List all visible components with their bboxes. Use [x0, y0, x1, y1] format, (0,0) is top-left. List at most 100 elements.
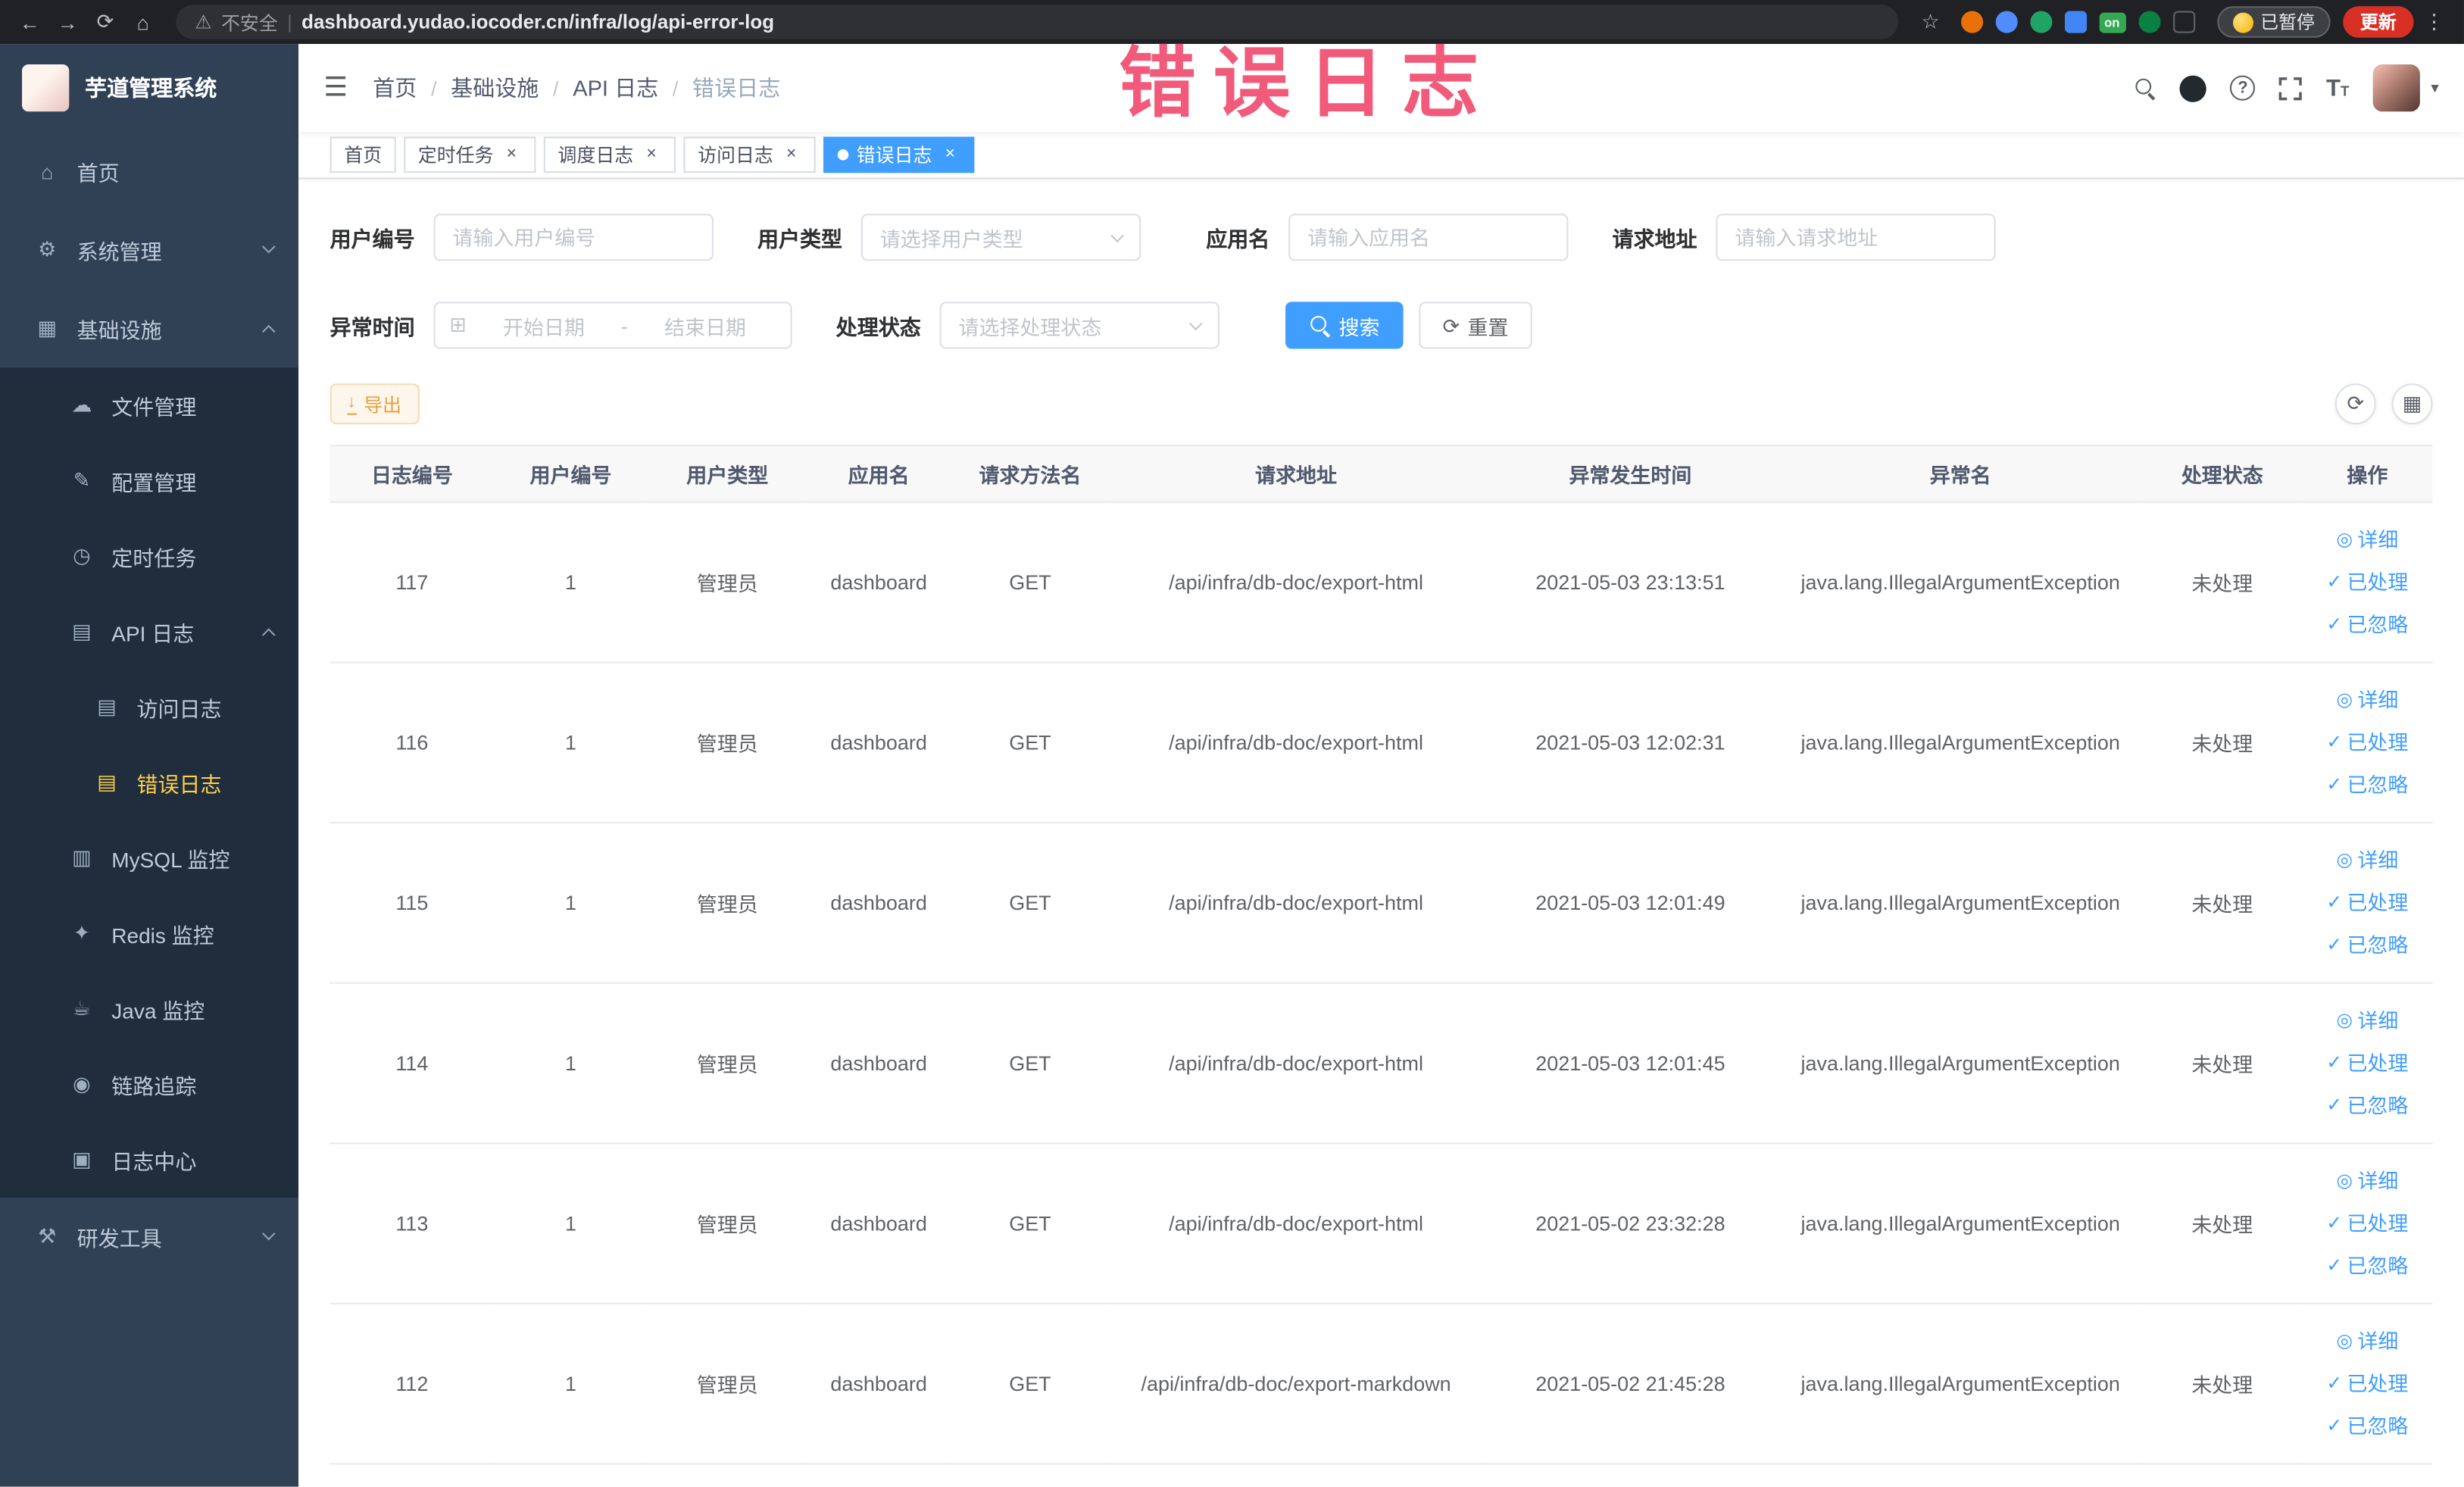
sidebar-item-error-log[interactable]: ▤ 错误日志: [0, 745, 298, 820]
close-icon[interactable]: ×: [781, 145, 801, 165]
process-status-select[interactable]: 请选择处理状态: [939, 301, 1220, 349]
search-icon[interactable]: [2135, 77, 2156, 99]
sidebar-item-infrastructure[interactable]: ▦ 基础设施: [0, 289, 298, 368]
user-id-input[interactable]: [433, 214, 714, 261]
action-processed-link[interactable]: ✓ 已处理: [2309, 882, 2427, 924]
extension-icon[interactable]: [1994, 11, 2017, 33]
chevron-down-icon: [1188, 317, 1203, 331]
fullscreen-icon[interactable]: [2279, 77, 2303, 100]
action-ignored-link[interactable]: ✓ 已忽略: [2309, 764, 2427, 806]
extension-icon[interactable]: [1960, 11, 1983, 33]
tab-home[interactable]: 首页: [329, 136, 396, 173]
action-ignored-link[interactable]: ✓ 已忽略: [2309, 1405, 2427, 1448]
cell-exception-time: 2021-05-02 23:32:28: [1482, 1143, 1779, 1304]
url-text[interactable]: dashboard.yudao.iocoder.cn/infra/log/api…: [301, 11, 774, 33]
breadcrumb-item[interactable]: 首页: [373, 72, 417, 103]
date-range-picker[interactable]: ⊞ 开始日期 - 结束日期: [433, 301, 792, 349]
extension-icon[interactable]: [2172, 11, 2195, 33]
close-icon[interactable]: ×: [940, 145, 960, 165]
sidebar-item-scheduled-jobs[interactable]: ◷ 定时任务: [0, 519, 298, 595]
extension-badge[interactable]: on: [2098, 11, 2125, 33]
font-size-icon[interactable]: TT: [2326, 77, 2349, 100]
page-content: 用户编号 用户类型 请选择用户类型 应用名: [298, 179, 2464, 1487]
cell-status: 未处理: [2142, 1143, 2303, 1304]
extension-icon[interactable]: [2138, 11, 2160, 33]
close-icon[interactable]: ×: [501, 145, 522, 165]
caret-down-icon[interactable]: ▾: [2431, 80, 2438, 97]
sidebar-item-label: 基础设施: [77, 319, 162, 343]
app-logo[interactable]: 芋道管理系统: [0, 44, 298, 132]
filter-label: 请求地址: [1612, 227, 1697, 251]
security-label[interactable]: 不安全: [221, 8, 278, 35]
action-ignored-link[interactable]: ✓ 已忽略: [2309, 1084, 2427, 1126]
app-name-input[interactable]: [1288, 214, 1569, 261]
user-avatar[interactable]: [2372, 64, 2420, 112]
tab-scheduled-jobs[interactable]: 定时任务 ×: [404, 136, 536, 173]
reload-icon[interactable]: ⟳: [88, 5, 123, 39]
action-detail-link[interactable]: ◎ 详细: [2309, 519, 2427, 561]
breadcrumb-item[interactable]: 基础设施: [451, 72, 539, 103]
col-exception-name: 异常名: [1779, 445, 2143, 503]
action-processed-link[interactable]: ✓ 已处理: [2309, 721, 2427, 764]
cell-log-id: 112: [329, 1303, 495, 1465]
sidebar-item-file-management[interactable]: ☁ 文件管理: [0, 367, 298, 443]
export-button[interactable]: ↓ 导出: [329, 383, 419, 425]
export-button-label: 导出: [364, 393, 402, 416]
tab-error-log[interactable]: 错误日志 ×: [823, 136, 975, 173]
reset-button[interactable]: ⟳ 重置: [1419, 301, 1532, 349]
sidebar-item-mysql-monitor[interactable]: ▥ MySQL 监控: [0, 820, 298, 896]
action-ignored-link[interactable]: ✓ 已忽略: [2309, 924, 2427, 967]
paused-badge[interactable]: 已暂停: [2216, 6, 2331, 38]
forward-icon[interactable]: →: [50, 5, 85, 39]
browser-home-icon[interactable]: ⌂: [126, 5, 161, 39]
sidebar-submenu-infrastructure: ☁ 文件管理 ✎ 配置管理 ◷ 定时任务 ▤ API 日志 ▤ 访问日志 ▤ 错…: [0, 367, 299, 1198]
action-processed-link[interactable]: ✓ 已处理: [2309, 561, 2427, 604]
action-detail-link[interactable]: ◎ 详细: [2309, 999, 2427, 1042]
extension-icon[interactable]: [2063, 11, 2087, 33]
extension-icon[interactable]: [2029, 11, 2052, 33]
action-ignored-link[interactable]: ✓ 已忽略: [2309, 1245, 2427, 1287]
help-icon[interactable]: ?: [2230, 75, 2256, 101]
browser-menu-dots-icon[interactable]: ⋮: [2417, 5, 2452, 39]
sidebar-item-api-log[interactable]: ▤ API 日志: [0, 594, 298, 670]
java-icon: ☕: [72, 996, 91, 1020]
breadcrumb-item[interactable]: API 日志: [573, 72, 658, 103]
sidebar-item-log-center[interactable]: ▣ 日志中心: [0, 1122, 298, 1198]
sidebar-item-redis-monitor[interactable]: ✦ Redis 监控: [0, 896, 298, 972]
action-processed-link[interactable]: ✓ 已处理: [2309, 1202, 2427, 1245]
github-icon[interactable]: [2180, 74, 2207, 102]
sidebar-item-system-management[interactable]: ⚙ 系统管理: [0, 211, 298, 289]
action-processed-link[interactable]: ✓ 已处理: [2309, 1363, 2427, 1405]
sidebar-item-dev-tools[interactable]: ⚒ 研发工具: [0, 1198, 298, 1276]
sidebar-item-home[interactable]: ⌂ 首页: [0, 132, 298, 211]
action-detail-link[interactable]: ◎ 详细: [2309, 679, 2427, 721]
update-button[interactable]: 更新: [2343, 6, 2414, 38]
tab-dispatch-log[interactable]: 调度日志 ×: [543, 136, 676, 173]
action-detail-link[interactable]: ◎ 详细: [2309, 839, 2427, 882]
bookmark-star-icon[interactable]: ☆: [1913, 5, 1948, 39]
sidebar-item-java-monitor[interactable]: ☕ Java 监控: [0, 971, 298, 1047]
action-processed-link[interactable]: ✓ 已处理: [2309, 1042, 2427, 1084]
refresh-button[interactable]: ⟳: [2334, 383, 2376, 425]
tab-access-log[interactable]: 访问日志 ×: [683, 136, 816, 173]
request-url-input[interactable]: [1716, 214, 1996, 261]
action-detail-link[interactable]: ◎ 详细: [2309, 1320, 2427, 1363]
action-detail-link[interactable]: ◎ 详细: [2309, 1160, 2427, 1202]
sidebar-item-access-log[interactable]: ▤ 访问日志: [0, 670, 298, 745]
error-log-table: 日志编号 用户编号 用户类型 应用名 请求方法名 请求地址 异常发生时间 异常名…: [329, 445, 2433, 1465]
sidebar-item-config-management[interactable]: ✎ 配置管理: [0, 443, 298, 519]
search-button[interactable]: 搜索: [1285, 301, 1404, 349]
hamburger-icon[interactable]: ☰: [323, 72, 348, 103]
filter-user-id: 用户编号: [330, 214, 714, 261]
user-type-select[interactable]: 请选择用户类型: [860, 214, 1141, 261]
check-icon: ✓: [2326, 1414, 2343, 1437]
action-ignored-link[interactable]: ✓ 已忽略: [2309, 604, 2427, 646]
back-icon[interactable]: ←: [13, 5, 48, 39]
tab-label: 调度日志: [557, 144, 634, 167]
address-bar[interactable]: ⚠ 不安全 | dashboard.yudao.iocoder.cn/infra…: [176, 5, 1898, 39]
close-icon[interactable]: ×: [642, 145, 662, 165]
sidebar-item-trace[interactable]: ◉ 链路追踪: [0, 1047, 298, 1123]
column-settings-button[interactable]: ▦: [2391, 383, 2433, 425]
cell-actions: ◎ 详细 ✓ 已处理 ✓ 已忽略: [2302, 823, 2433, 984]
cell-log-id: 115: [329, 823, 495, 984]
